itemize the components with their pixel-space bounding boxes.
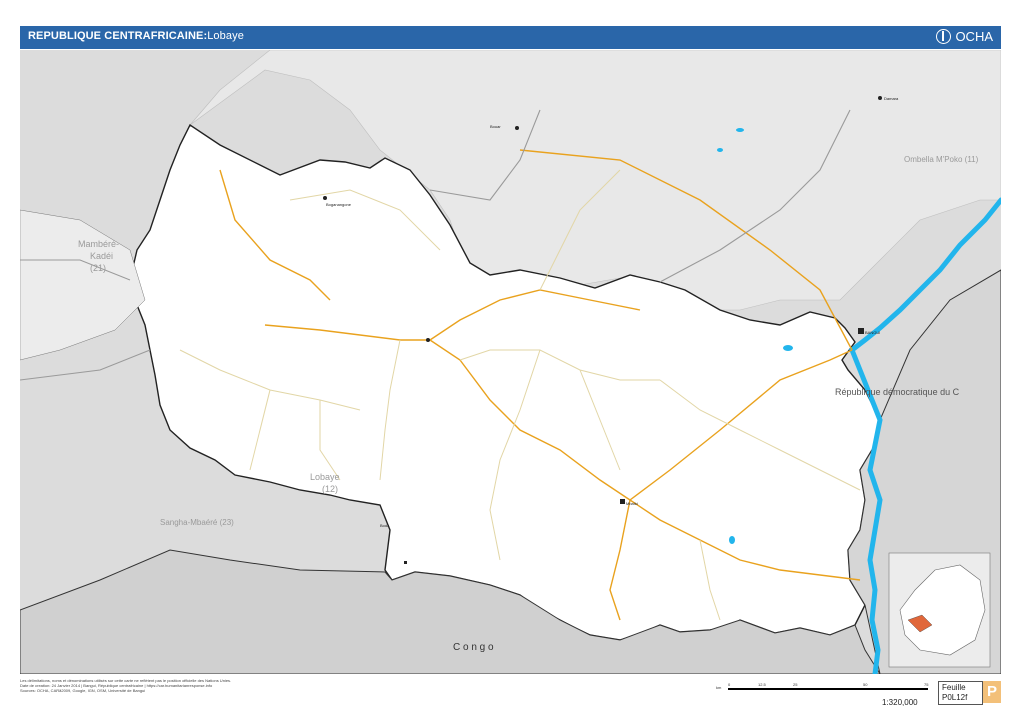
scale-ratio: 1:320,000 [882, 698, 918, 707]
town-label-boganangone: Boganangone [326, 202, 352, 207]
town-label-boda: Boda [380, 523, 390, 528]
lake [717, 148, 723, 152]
mambere-kadei-area [20, 209, 146, 361]
region-label-congo: C o n g o [453, 642, 494, 653]
map-footer-notes: Les délimitations, noms et dénominations… [20, 678, 540, 693]
town-bangui-marker [858, 328, 864, 334]
scale-tick: 0 [728, 682, 731, 687]
map-canvas[interactable]: Lobaye (12) Mambéré- Kadéi (21) Sangha-M… [20, 50, 1001, 674]
town-label-mbaiki: Mbaïki [626, 501, 638, 506]
sheet-info: Feuille P0L12f [938, 681, 983, 705]
sheet-code: P0L12f [942, 693, 968, 702]
title-country: REPUBLIQUE CENTRAFRICAINE: [28, 30, 208, 42]
lake [783, 345, 793, 351]
region-label-rdc: République démocratique du C [835, 387, 960, 397]
inset-map [888, 552, 991, 668]
map-title: REPUBLIQUE CENTRAFRICAINE:Lobaye [28, 30, 244, 42]
region-label-kadei: Kadéi [90, 251, 113, 261]
scale-tick: 12.5 [758, 682, 766, 687]
town-boda-road-marker [426, 338, 430, 342]
region-label-lobaye: Lobaye [310, 472, 340, 482]
sources-text: Sources: OCHA, CARã2009, Google, IGN, OS… [20, 688, 146, 693]
title-prefecture: Lobaye [207, 30, 244, 42]
lake [736, 128, 744, 132]
scale-tick: 50 [863, 682, 868, 687]
town-boganangone-marker [323, 196, 327, 200]
region-label-lobaye-code: (12) [322, 484, 338, 494]
town-bouar-marker [515, 126, 519, 130]
sheet-label: Feuille [942, 683, 966, 692]
ocha-logo: OCHA [936, 29, 993, 44]
map-header: REPUBLIQUE CENTRAFRICAINE:Lobaye OCHA [20, 26, 1001, 49]
un-globe-icon [936, 29, 952, 44]
region-label-mambere-code: (21) [90, 263, 106, 273]
town-label-damara: Damara [884, 96, 899, 101]
town-label-bangui: BANGUI [865, 330, 880, 335]
scale-bar: km 0 12.5 25 50 75 [716, 680, 936, 694]
town-damara-marker [878, 96, 882, 100]
scale-tick: 75 [924, 682, 929, 687]
region-label-mambere: Mambéré- [78, 239, 119, 249]
town-mbaiki-marker [620, 499, 625, 504]
scale-tick: 25 [793, 682, 798, 687]
region-label-ombella: Ombella M'Poko (11) [904, 155, 979, 164]
town-label-bouar: Bouar [490, 124, 501, 129]
map-svg: Lobaye (12) Mambéré- Kadéi (21) Sangha-M… [20, 50, 1001, 674]
lake [729, 536, 735, 544]
region-label-sangha: Sangha-Mbaéré (23) [160, 518, 234, 527]
scale-unit: km [716, 685, 722, 690]
sheet-letter-badge: P [983, 681, 1001, 703]
logo-text: OCHA [955, 29, 993, 44]
town-boda-marker [404, 561, 407, 564]
scale-line [728, 688, 928, 690]
